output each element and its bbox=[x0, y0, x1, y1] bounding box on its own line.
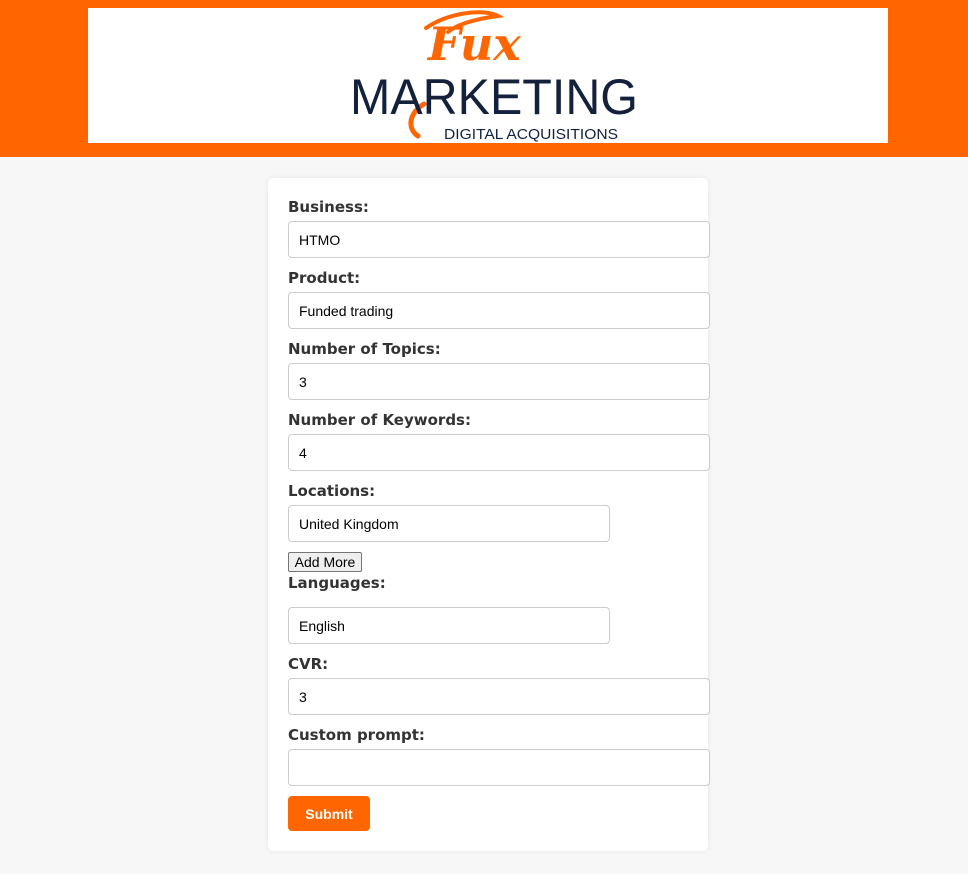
site-header: Fux MARKETING DIGITAL ACQUISITIONS bbox=[0, 0, 968, 157]
languages-input[interactable] bbox=[288, 607, 610, 644]
fux-marketing-logo: Fux MARKETING DIGITAL ACQUISITIONS bbox=[350, 10, 638, 143]
add-more-button[interactable]: Add More bbox=[288, 552, 362, 572]
submit-button[interactable]: Submit bbox=[288, 796, 370, 831]
business-input[interactable] bbox=[288, 221, 710, 258]
logo-wordmark: MARKETING bbox=[350, 69, 638, 125]
cvr-label: CVR: bbox=[288, 655, 329, 673]
cvr-input[interactable] bbox=[288, 678, 710, 715]
num-topics-input[interactable] bbox=[288, 363, 710, 400]
custom-prompt-input[interactable] bbox=[288, 749, 710, 786]
locations-input[interactable] bbox=[288, 505, 610, 542]
locations-label: Locations: bbox=[288, 482, 376, 500]
product-label: Product: bbox=[288, 269, 361, 287]
logo: Fux MARKETING DIGITAL ACQUISITIONS bbox=[88, 8, 888, 143]
num-topics-label: Number of Topics: bbox=[288, 340, 441, 358]
custom-prompt-label: Custom prompt: bbox=[288, 726, 425, 744]
languages-label: Languages: bbox=[288, 574, 386, 592]
logo-tagline: DIGITAL ACQUISITIONS bbox=[444, 126, 618, 143]
num-keywords-input[interactable] bbox=[288, 434, 710, 471]
logo-script-text: Fux bbox=[426, 17, 521, 71]
product-input[interactable] bbox=[288, 292, 710, 329]
num-keywords-label: Number of Keywords: bbox=[288, 411, 471, 429]
keyword-form: Business: Product: Number of Topics: Num… bbox=[268, 178, 710, 851]
business-label: Business: bbox=[288, 198, 369, 216]
